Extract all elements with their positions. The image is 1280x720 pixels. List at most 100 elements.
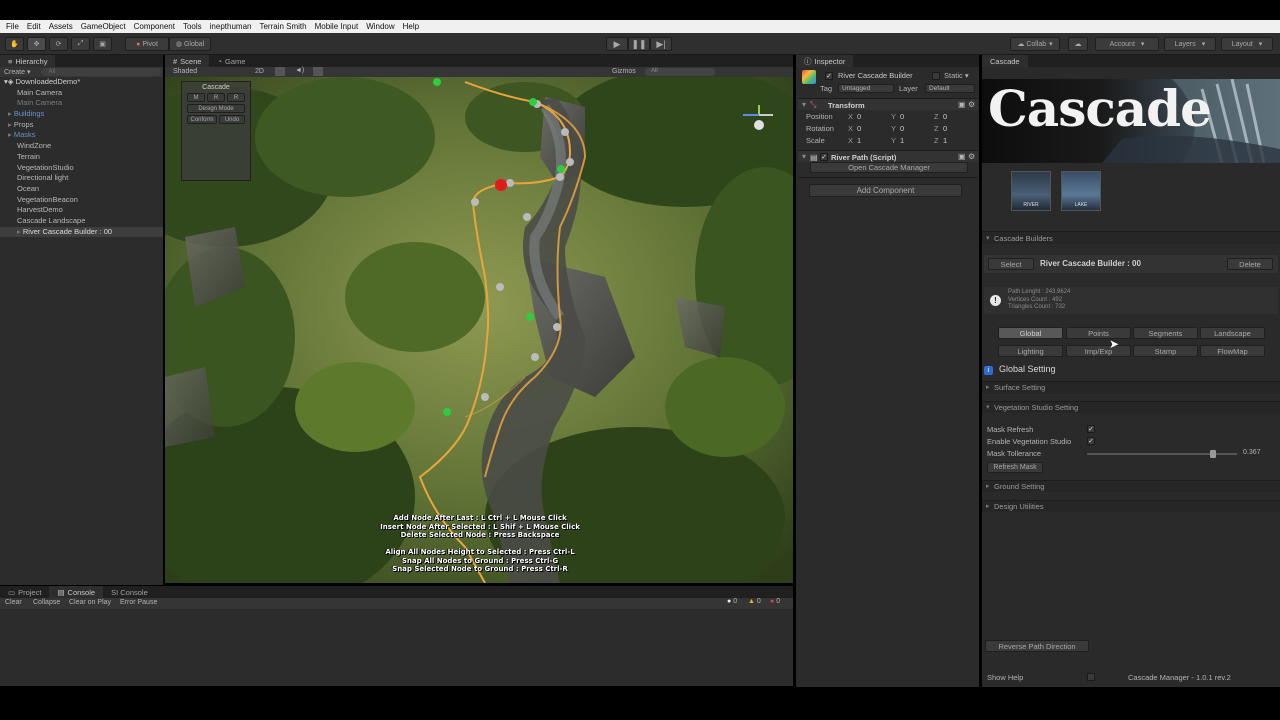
ground-setting-foldout[interactable]: Ground Setting — [982, 480, 1280, 493]
error-pause-button[interactable]: Error Pause — [120, 599, 157, 606]
undo-button[interactable]: Undo — [219, 115, 245, 124]
warning-count[interactable]: ▲ 0 — [748, 598, 761, 605]
static-dropdown[interactable]: Static ▾ — [944, 71, 969, 80]
enable-vegetation-studio-checkbox[interactable]: ✓ — [1087, 437, 1095, 445]
lighting-toggle-icon[interactable] — [275, 67, 285, 76]
2d-toggle[interactable]: 2D — [255, 68, 264, 75]
collab-dropdown[interactable]: ☁ Collab ▾ — [1010, 37, 1060, 51]
menu-item[interactable]: Assets — [49, 22, 73, 31]
create-button[interactable]: Create — [4, 69, 25, 76]
collapse-button[interactable]: Collapse — [33, 599, 60, 606]
hierarchy-item[interactable]: Terrain — [0, 152, 163, 163]
pause-button[interactable]: ❚❚ — [628, 37, 650, 51]
pos-x-field[interactable]: 0 — [857, 112, 887, 121]
refresh-mask-button[interactable]: Refresh Mask — [987, 462, 1043, 473]
add-component-button[interactable]: Add Component — [809, 184, 962, 197]
scene-root-row[interactable]: ▾◈ DownloadedDemo* — [0, 77, 163, 88]
layer-dropdown[interactable]: Default — [925, 84, 975, 93]
rect-tool-button[interactable]: ▣ — [93, 37, 112, 51]
reverse-path-direction-button[interactable]: Reverse Path Direction — [985, 640, 1089, 652]
mask-refresh-checkbox[interactable]: ✓ — [1087, 425, 1095, 433]
hierarchy-item[interactable]: ▸ Masks — [0, 130, 163, 141]
overlay-reset-button[interactable]: R — [227, 93, 245, 102]
delete-builder-button[interactable]: Delete — [1227, 258, 1273, 270]
hierarchy-item[interactable]: ▸ River Cascade Builder : 00 — [0, 226, 163, 238]
open-cascade-manager-button[interactable]: Open Cascade Manager — [810, 162, 968, 173]
rot-y-field[interactable]: 0 — [900, 124, 930, 133]
tab-imp-exp[interactable]: Imp/Exp — [1066, 345, 1131, 357]
hierarchy-item[interactable]: Main Camera — [0, 98, 163, 109]
effects-toggle-icon[interactable] — [313, 67, 323, 76]
scl-y-field[interactable]: 1 — [900, 136, 930, 145]
menu-item[interactable]: Tools — [183, 22, 202, 31]
layers-dropdown[interactable]: Layers ▾ — [1164, 37, 1216, 51]
hierarchy-item[interactable]: ▸ Props — [0, 120, 163, 131]
tab-game[interactable]: ◔ Game — [209, 55, 253, 67]
surface-setting-foldout[interactable]: Surface Setting — [982, 381, 1280, 394]
tab-cascade[interactable]: Cascade — [982, 55, 1028, 67]
design-mode-button[interactable]: Design Mode — [187, 104, 245, 113]
layout-dropdown[interactable]: Layout ▾ — [1221, 37, 1273, 51]
scene-search-input[interactable]: All — [645, 68, 715, 76]
tab-flowmap[interactable]: FlowMap — [1200, 345, 1265, 357]
play-button[interactable]: ▶ — [606, 37, 628, 51]
static-checkbox[interactable] — [932, 72, 940, 80]
step-button[interactable]: ▶| — [650, 37, 672, 51]
hierarchy-item[interactable]: Cascade Landscape — [0, 216, 163, 227]
menu-item[interactable]: inepthuman — [210, 22, 252, 31]
tab-si-console[interactable]: SI Console — [103, 586, 156, 598]
pivot-toggle[interactable]: ● Pivot — [125, 37, 169, 51]
transform-header[interactable]: ▾ ⤡ Transform ▣ ⚙ — [798, 98, 978, 110]
clear-button[interactable]: Clear — [5, 599, 22, 606]
hierarchy-item[interactable]: WindZone — [0, 141, 163, 152]
conform-button[interactable]: Conform — [187, 115, 217, 124]
tab-segments[interactable]: Segments — [1133, 327, 1198, 339]
hierarchy-item[interactable]: Directional light — [0, 173, 163, 184]
tab-scene[interactable]: # Scene — [165, 55, 210, 67]
gear-icon[interactable]: ⚙ — [968, 152, 975, 161]
hierarchy-item[interactable]: VegetationStudio — [0, 163, 163, 174]
scl-z-field[interactable]: 1 — [943, 136, 973, 145]
rot-x-field[interactable]: 0 — [857, 124, 887, 133]
menu-item[interactable]: File — [6, 22, 19, 31]
menu-item[interactable]: Edit — [27, 22, 41, 31]
scale-tool-button[interactable]: ⤢ — [71, 37, 90, 51]
object-name-field[interactable]: River Cascade Builder — [838, 71, 913, 80]
show-help-checkbox[interactable] — [1087, 673, 1095, 681]
gear-icon[interactable]: ⚙ — [968, 100, 975, 109]
pos-y-field[interactable]: 0 — [900, 112, 930, 121]
select-builder-button[interactable]: Select — [988, 258, 1034, 270]
tab-global[interactable]: Global — [998, 327, 1063, 339]
tab-points[interactable]: Points — [1066, 327, 1131, 339]
mask-tollerance-slider-thumb[interactable] — [1210, 450, 1216, 458]
overlay-move-button[interactable]: M — [187, 93, 205, 102]
object-active-checkbox[interactable]: ✓ — [825, 72, 833, 80]
global-toggle[interactable]: ◍ Global — [169, 37, 211, 51]
design-utilities-foldout[interactable]: Design Utilities — [982, 500, 1280, 513]
scene-viewport[interactable]: Cascade M R R Design Mode Conform Undo A… — [165, 77, 793, 583]
hierarchy-item[interactable]: Main Camera — [0, 88, 163, 99]
river-path-script-header[interactable]: ▾ ▤ ✓ River Path (Script) ▣ ⚙ — [798, 150, 978, 162]
error-count[interactable]: ● 0 — [770, 598, 780, 605]
tab-hierarchy[interactable]: ≡ Hierarchy — [0, 55, 56, 67]
hierarchy-item[interactable]: HarvestDemo — [0, 205, 163, 216]
audio-toggle-icon[interactable]: ◄) — [295, 67, 304, 74]
gizmos-dropdown[interactable]: Gizmos — [612, 68, 636, 75]
move-tool-button[interactable]: ✥ — [27, 37, 46, 51]
menu-item[interactable]: Help — [403, 22, 419, 31]
menu-item[interactable]: Component — [134, 22, 175, 31]
tag-dropdown[interactable]: Untagged — [838, 84, 894, 93]
menu-item[interactable]: Window — [366, 22, 394, 31]
hand-tool-button[interactable]: ✋ — [5, 37, 24, 51]
rot-z-field[interactable]: 0 — [943, 124, 973, 133]
tab-console[interactable]: ▤ Console — [49, 586, 104, 598]
hierarchy-item[interactable]: ▸ Buildings — [0, 109, 163, 120]
vegetation-studio-setting-foldout[interactable]: Vegetation Studio Setting — [982, 401, 1280, 414]
scl-x-field[interactable]: 1 — [857, 136, 887, 145]
cascade-builders-foldout[interactable]: Cascade Builders — [982, 231, 1280, 245]
overlay-rotate-button[interactable]: R — [207, 93, 225, 102]
tab-landscape[interactable]: Landscape — [1200, 327, 1265, 339]
tab-inspector[interactable]: ⓘ Inspector — [796, 55, 854, 67]
lake-builder-thumbnail[interactable]: LAKE — [1061, 171, 1101, 211]
hierarchy-item[interactable]: VegetationBeacon — [0, 195, 163, 206]
